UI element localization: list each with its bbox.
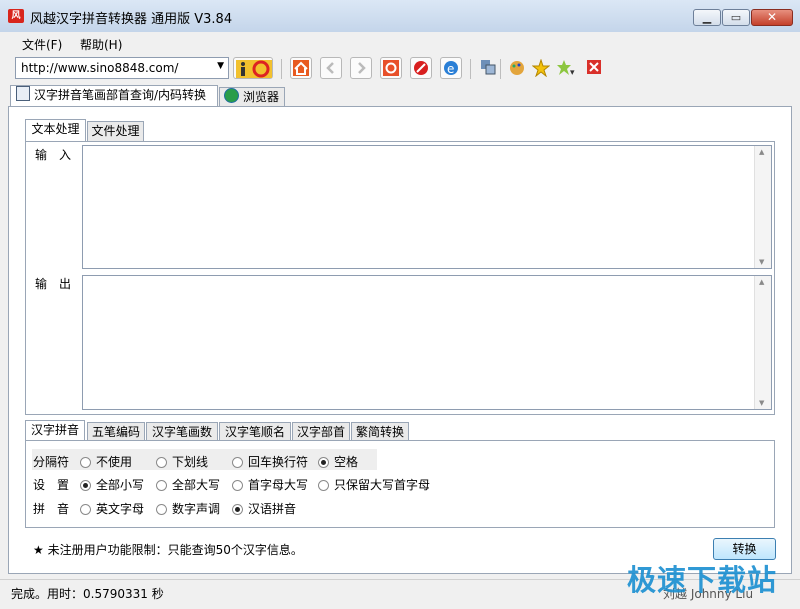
radio-capitalize-first[interactable]: 首字母大写 [232,476,308,493]
separator-label: 分隔符 [33,455,70,469]
close-icon: ✕ [766,10,778,24]
tab-simplified-traditional[interactable]: 繁简转换 [351,422,409,442]
maximize-button[interactable]: ▭ [722,9,750,26]
document-icon [16,86,30,101]
title-bar: 风 风越汉字拼音转换器 通用版 V3.84 ▁ ▭ ✕ [0,0,800,33]
minimize-icon: ▁ [702,11,712,24]
tab-stroke-count[interactable]: 汉字笔画数 [146,422,218,442]
svg-text:▾: ▾ [570,68,575,77]
tab-browser[interactable]: 浏览器 [219,87,285,107]
stop-icon [414,61,428,75]
window-title: 风越汉字拼音转换器 通用版 V3.84 [30,12,233,27]
tab-hanzi-pinyin[interactable]: 汉字拼音 [25,420,85,442]
radio-initials-only[interactable]: 只保留大写首字母 [318,476,430,493]
home-button[interactable] [290,57,312,79]
add-favorite-icon: ▾ [557,60,575,77]
setting-label: 设 置 [33,478,70,492]
radio-no-separator[interactable]: 不使用 [80,453,132,470]
radio-all-uppercase[interactable]: 全部大写 [156,476,220,493]
go-icon [236,60,272,78]
internet-explorer-icon: e [444,61,458,76]
minimize-button[interactable]: ▁ [693,9,721,26]
radio-numeric-tones[interactable]: 数字声调 [156,500,220,517]
radio-space[interactable]: 空格 [318,453,358,470]
url-combobox[interactable]: http://www.sino8848.com/ ▼ [15,57,229,79]
radio-all-lowercase[interactable]: 全部小写 [80,476,144,493]
radio-hanyu-pinyin[interactable]: 汉语拼音 [232,500,296,517]
palette-icon [510,61,524,75]
tab-pinyin-query[interactable]: 汉字拼音笔画部首查询/内码转换 [10,85,218,107]
home-icon [293,60,309,76]
star-icon [532,59,550,77]
menu-bar: 文件(F) 帮助(H) [0,32,800,54]
forward-icon [358,62,366,74]
favorite-button[interactable] [530,57,552,79]
toolbar: http://www.sino8848.com/ ▼ e ▾ [0,55,800,85]
tab-pinyin-query-label: 汉字拼音笔画部首查询/内码转换 [34,88,207,102]
window-icon [481,60,496,75]
theme-button[interactable] [506,57,528,79]
tab-wubi[interactable]: 五笔编码 [87,422,145,442]
exit-button[interactable] [584,57,606,79]
output-scrollbar[interactable]: ▲ ▼ [754,276,771,409]
add-favorite-button[interactable]: ▾ [554,57,580,79]
window-button[interactable] [478,57,500,79]
ie-button[interactable]: e [440,57,462,79]
unregistered-notice: ★ 未注册用户功能限制：只能查询50个汉字信息。 [33,543,303,557]
globe-icon [224,88,239,103]
menu-help[interactable]: 帮助(H) [80,36,122,53]
refresh-icon [383,60,399,76]
tab-stroke-order[interactable]: 汉字笔顺名 [219,422,291,442]
tab-file-processing[interactable]: 文件处理 [87,121,144,141]
url-value: http://www.sino8848.com/ [21,61,179,75]
go-button[interactable] [233,57,273,79]
back-icon [326,62,334,74]
input-scrollbar[interactable]: ▲ ▼ [754,146,771,268]
status-text: 完成。用时：0.5790331 秒 [11,587,164,601]
radio-english-letters[interactable]: 英文字母 [80,500,144,517]
stop-button[interactable] [410,57,432,79]
back-button[interactable] [320,57,342,79]
forward-button[interactable] [350,57,372,79]
close-button[interactable]: ✕ [751,9,793,26]
tab-browser-label: 浏览器 [243,90,280,104]
output-textarea[interactable]: ▲ ▼ [82,275,772,410]
input-label: 输 入 [35,148,72,162]
menu-file[interactable]: 文件(F) [22,36,62,53]
maximize-icon: ▭ [730,11,742,24]
dropdown-arrow-icon[interactable]: ▼ [217,61,224,71]
svg-text:e: e [447,62,454,76]
tab-radical[interactable]: 汉字部首 [292,422,350,442]
output-label: 输 出 [35,277,72,291]
input-textarea[interactable]: ▲ ▼ [82,145,772,269]
pinyin-label: 拼 音 [33,502,70,516]
tab-text-processing[interactable]: 文本处理 [25,119,86,141]
app-logo-icon: 风 [8,9,24,23]
refresh-button[interactable] [380,57,402,79]
radio-underscore[interactable]: 下划线 [156,453,208,470]
watermark-logo: 极速下载站 [627,563,778,597]
radio-newline[interactable]: 回车换行符 [232,453,308,470]
app-window: 风 风越汉字拼音转换器 通用版 V3.84 ▁ ▭ ✕ 文件(F) 帮助(H) … [0,0,800,609]
exit-icon [587,60,601,74]
